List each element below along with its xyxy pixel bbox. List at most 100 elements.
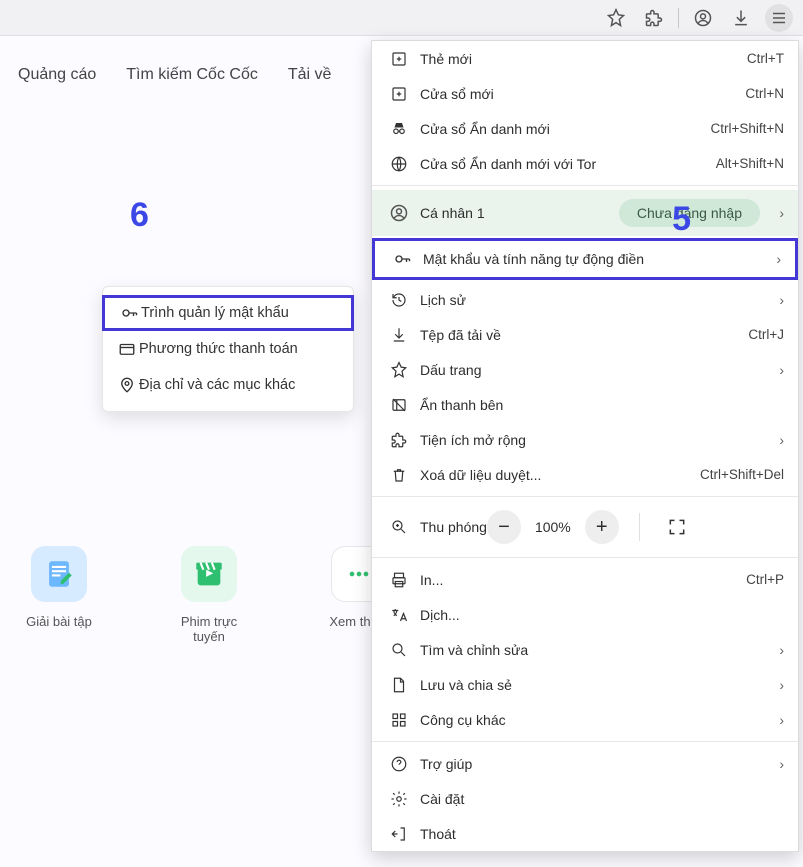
tile-homework-label: Giải bài tập — [14, 614, 104, 629]
autofill-submenu: Trình quản lý mật khẩu Phương thức thanh… — [102, 286, 354, 412]
menu-exit[interactable]: Thoát — [372, 816, 798, 851]
profile-avatar-icon — [386, 203, 412, 223]
tile-movies-label: Phim trực tuyến — [164, 614, 254, 644]
menu-find[interactable]: Tìm và chỉnh sửa › — [372, 632, 798, 667]
menu-print[interactable]: In... Ctrl+P — [372, 562, 798, 597]
chevron-right-icon: › — [768, 677, 784, 693]
profile-icon[interactable] — [689, 4, 717, 32]
home-link-search[interactable]: Tìm kiếm Cốc Cốc — [126, 66, 258, 84]
incognito-icon — [386, 120, 412, 138]
home-link-download[interactable]: Tải về — [288, 66, 332, 84]
menu-translate[interactable]: Dịch... — [372, 597, 798, 632]
menu-new-tab[interactable]: Thẻ mới Ctrl+T — [372, 41, 798, 76]
menu-save-share[interactable]: Lưu và chia sẻ › — [372, 667, 798, 702]
chevron-right-icon: › — [768, 642, 784, 658]
menu-history-label: Lịch sử — [412, 292, 466, 308]
menu-separator — [372, 741, 798, 742]
menu-tor[interactable]: Cửa sổ Ẩn danh mới với Tor Alt+Shift+N — [372, 146, 798, 181]
menu-incognito-shortcut: Ctrl+Shift+N — [710, 121, 784, 136]
menu-extensions[interactable]: Tiện ích mở rộng › — [372, 422, 798, 457]
menu-settings[interactable]: Cài đặt — [372, 781, 798, 816]
menu-new-window-shortcut: Ctrl+N — [745, 86, 784, 101]
sidebar-off-icon — [386, 396, 412, 414]
menu-zoom: Thu phóng − 100% + — [372, 501, 798, 553]
extensions-icon[interactable] — [640, 4, 668, 32]
menu-help[interactable]: Trợ giúp › — [372, 746, 798, 781]
menu-exit-label: Thoát — [412, 826, 456, 842]
exit-icon — [386, 825, 412, 843]
menu-separator — [372, 185, 798, 186]
menu-clear-data[interactable]: Xoá dữ liệu duyệt... Ctrl+Shift+Del — [372, 457, 798, 492]
menu-profile[interactable]: Cá nhân 1 Chưa đăng nhập › — [372, 190, 798, 236]
menu-downloads-label: Tệp đã tải về — [412, 327, 501, 343]
tile-homework[interactable]: Giải bài tập — [14, 546, 104, 644]
gear-icon — [386, 790, 412, 808]
submenu-address-label: Địa chỉ và các mục khác — [139, 377, 295, 393]
callout-number-5: 5 — [672, 200, 691, 239]
home-link-ads[interactable]: Quảng cáo — [18, 66, 96, 84]
menu-hide-sidebar[interactable]: Ẩn thanh bên — [372, 387, 798, 422]
zoom-in-button[interactable]: + — [585, 510, 619, 544]
menu-save-share-label: Lưu và chia sẻ — [412, 677, 512, 693]
menu-passwords-autofill[interactable]: Mật khẩu và tính năng tự động điền › — [372, 238, 798, 280]
download-icon — [386, 326, 412, 344]
submenu-password-label: Trình quản lý mật khẩu — [141, 305, 289, 321]
menu-icon[interactable] — [765, 4, 793, 32]
chevron-right-icon: › — [768, 362, 784, 378]
download-icon[interactable] — [727, 4, 755, 32]
menu-print-shortcut: Ctrl+P — [746, 572, 784, 587]
fullscreen-button[interactable] — [660, 510, 694, 544]
menu-find-label: Tìm và chỉnh sửa — [412, 642, 528, 658]
menu-tor-shortcut: Alt+Shift+N — [716, 156, 784, 171]
menu-new-window-label: Cửa sổ mới — [412, 86, 494, 102]
menu-history[interactable]: Lịch sử › — [372, 282, 798, 317]
chevron-right-icon: › — [765, 251, 781, 267]
key-icon — [117, 304, 141, 322]
puzzle-icon — [386, 431, 412, 449]
toolbar-divider — [678, 8, 679, 28]
file-icon — [386, 676, 412, 694]
clapperboard-icon — [181, 546, 237, 602]
globe-icon — [386, 155, 412, 173]
submenu-addresses[interactable]: Địa chỉ và các mục khác — [103, 367, 353, 403]
chevron-right-icon: › — [768, 432, 784, 448]
chevron-right-icon: › — [768, 712, 784, 728]
star-bookmark-icon[interactable] — [602, 4, 630, 32]
key-icon — [389, 250, 415, 268]
menu-translate-label: Dịch... — [412, 607, 460, 623]
zoom-out-button[interactable]: − — [487, 510, 521, 544]
zoom-icon — [386, 518, 412, 536]
callout-number-6: 6 — [130, 196, 149, 235]
menu-tor-label: Cửa sổ Ẩn danh mới với Tor — [412, 156, 596, 172]
shortcut-tiles: Giải bài tập Phim trực tuyến Xem thêm — [0, 546, 404, 644]
search-icon — [386, 641, 412, 659]
menu-new-window[interactable]: Cửa sổ mới Ctrl+N — [372, 76, 798, 111]
menu-bookmarks[interactable]: Dấu trang › — [372, 352, 798, 387]
menu-separator — [372, 557, 798, 558]
chevron-right-icon: › — [768, 292, 784, 308]
translate-icon — [386, 606, 412, 624]
tile-movies[interactable]: Phim trực tuyến — [164, 546, 254, 644]
grid-icon — [386, 711, 412, 729]
browser-toolbar — [0, 0, 803, 36]
menu-incognito[interactable]: Cửa sổ Ẩn danh mới Ctrl+Shift+N — [372, 111, 798, 146]
history-icon — [386, 291, 412, 309]
notebook-icon — [31, 546, 87, 602]
help-icon — [386, 755, 412, 773]
menu-downloads-shortcut: Ctrl+J — [748, 327, 784, 342]
star-icon — [386, 361, 412, 379]
menu-separator — [372, 496, 798, 497]
new-window-icon — [386, 85, 412, 103]
menu-settings-label: Cài đặt — [412, 791, 464, 807]
menu-clear-data-shortcut: Ctrl+Shift+Del — [700, 467, 784, 482]
menu-more-tools[interactable]: Công cụ khác › — [372, 702, 798, 737]
trash-icon — [386, 466, 412, 484]
menu-downloads[interactable]: Tệp đã tải về Ctrl+J — [372, 317, 798, 352]
zoom-value: 100% — [535, 519, 571, 535]
menu-profile-label: Cá nhân 1 — [412, 205, 485, 221]
submenu-password-manager[interactable]: Trình quản lý mật khẩu — [102, 295, 354, 331]
zoom-divider — [639, 513, 640, 541]
submenu-payment-methods[interactable]: Phương thức thanh toán — [103, 331, 353, 367]
menu-more-tools-label: Công cụ khác — [412, 712, 506, 728]
location-icon — [115, 376, 139, 394]
